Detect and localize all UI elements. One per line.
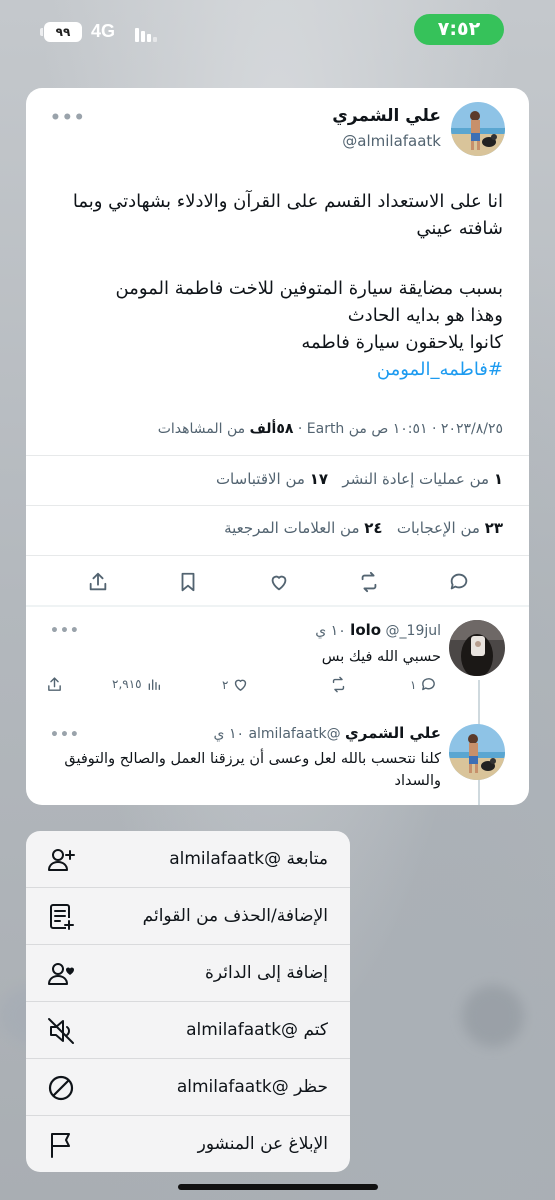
- menu-item-report[interactable]: الإبلاغ عن المنشور: [26, 1116, 350, 1172]
- meta-separator: ·: [432, 421, 437, 437]
- tweet-text-line: وهذا هو بدايه الحادث: [347, 305, 503, 326]
- reply-author-handle[interactable]: @_19jul: [386, 623, 441, 639]
- tweet-time: ١٠:٥١ ص: [371, 421, 428, 437]
- tweet-context-menu: متابعة @almilafaatk الإضافة/الحذف من الق…: [26, 831, 350, 1172]
- menu-item-label: الإضافة/الحذف من القوائم: [142, 906, 328, 926]
- share-icon: [48, 677, 61, 691]
- more-options-icon[interactable]: •••: [50, 110, 86, 127]
- background-blur-shape: [462, 985, 524, 1047]
- quotes-label: من الاقتباسات: [215, 470, 305, 488]
- reply-text: كلنا نتحسب بالله لعل وعسى أن يرزقنا العم…: [64, 751, 441, 789]
- circle-add-icon: [48, 963, 75, 985]
- author-name[interactable]: علي الشمري: [332, 106, 441, 126]
- quotes-count: ١٧: [309, 470, 329, 488]
- reply-more-icon[interactable]: •••: [50, 728, 80, 742]
- reply-author-name[interactable]: علي الشمري: [345, 724, 441, 742]
- reply-views-count: ٢,٩١٥: [112, 677, 142, 691]
- menu-item-circle[interactable]: إضافة إلى الدائرة: [26, 945, 350, 1002]
- status-bar: ٩٩ 4G ٧:٥٢: [0, 0, 555, 70]
- reply-time: ١٠ ي: [213, 726, 244, 742]
- tweet-text-line: كانوا يلاحقون سيارة فاطمه: [301, 332, 503, 353]
- reply-time: ١٠ ي: [315, 623, 346, 639]
- divider: [26, 505, 529, 506]
- views-count: ٥٨ألف: [249, 421, 294, 437]
- network-type: 4G: [91, 21, 116, 41]
- bookmarks-count: ٢٤: [364, 519, 383, 537]
- author-handle[interactable]: @almilafaatk: [342, 132, 441, 150]
- reply-reply-action[interactable]: ١: [410, 676, 437, 693]
- menu-item-label: كتم @almilafaatk: [186, 1020, 328, 1040]
- reply-icon: [422, 678, 436, 691]
- signal-icon: [135, 26, 157, 42]
- menu-item-label: متابعة @almilafaatk: [169, 849, 328, 869]
- bookmark-icon[interactable]: [177, 571, 199, 593]
- hashtag-link[interactable]: #فاطمه_المومن: [43, 356, 503, 383]
- menu-item-block[interactable]: حظر @almilafaatk: [26, 1059, 350, 1116]
- meta-separator: ·: [297, 421, 303, 437]
- tweet-source: من Earth: [306, 421, 367, 437]
- menu-item-label: إضافة إلى الدائرة: [204, 963, 328, 983]
- battery-indicator: ٩٩: [40, 22, 82, 42]
- reply-header: علي الشمري @almilafaatk ١٠ ي: [214, 724, 441, 742]
- bookmarks-label: من العلامات المرجعية: [224, 519, 360, 537]
- menu-item-mute[interactable]: كتم @almilafaatk: [26, 1002, 350, 1059]
- menu-item-label: الإبلاغ عن المنشور: [197, 1134, 328, 1154]
- reply-more-icon[interactable]: •••: [50, 624, 80, 638]
- reply-text: حسبي الله فيك بس: [321, 649, 441, 665]
- reply-icon[interactable]: [448, 571, 470, 593]
- tweet-meta: ٢٠٢٣/٨/٢٥ · ١٠:٥١ ص من Earth · ٥٨ألف من …: [33, 421, 503, 437]
- reply-header: lolo @_19jul ١٠ ي: [315, 621, 441, 639]
- views-icon: [148, 679, 160, 690]
- reply-author-handle[interactable]: @almilafaatk: [248, 726, 340, 742]
- retweet-icon: [332, 676, 345, 693]
- section-divider: [26, 605, 529, 607]
- reply-share-action[interactable]: [46, 676, 63, 693]
- like-stats-row[interactable]: ٢٣ من الإعجابات ٢٤ من العلامات المرجعية: [33, 519, 503, 537]
- divider: [26, 455, 529, 456]
- tweet-preview-card: ••• علي الشمري @almilafaatk انا على الاس…: [26, 88, 529, 805]
- tweet-text-line: انا على الاستعداد القسم على القرآن والاد…: [72, 191, 503, 239]
- reply-views-action[interactable]: ٢,٩١٥: [112, 676, 162, 692]
- reply-reply-count: ١: [410, 677, 417, 692]
- menu-item-lists[interactable]: الإضافة/الحذف من القوائم: [26, 888, 350, 945]
- list-add-icon: [50, 904, 74, 930]
- tweet-text-line: بسبب مضايقة سيارة المتوفين للاخت فاطمة ا…: [115, 278, 503, 299]
- reply-author-name[interactable]: lolo: [350, 621, 381, 639]
- reply-like-count: ٢: [222, 677, 229, 692]
- like-icon: [235, 679, 247, 691]
- reply-like-action[interactable]: ٢: [222, 676, 249, 693]
- reply-retweet-action[interactable]: [330, 676, 347, 693]
- status-time: ٧:٥٢: [414, 14, 504, 45]
- like-icon[interactable]: [268, 571, 290, 593]
- menu-item-follow[interactable]: متابعة @almilafaatk: [26, 831, 350, 888]
- home-indicator[interactable]: [178, 1184, 378, 1190]
- menu-item-label: حظر @almilafaatk: [176, 1077, 328, 1097]
- author-avatar[interactable]: [451, 102, 505, 156]
- likes-count: ٢٣: [484, 519, 503, 537]
- mute-icon: [48, 1018, 74, 1044]
- retweets-count: ١: [493, 470, 503, 488]
- reply-avatar[interactable]: [449, 724, 505, 780]
- divider: [26, 555, 529, 556]
- block-icon: [48, 1075, 74, 1101]
- follow-user-icon: [48, 849, 75, 871]
- share-icon[interactable]: [87, 571, 109, 593]
- thread-connector-line: [478, 784, 480, 805]
- reply-avatar[interactable]: [449, 620, 505, 676]
- flag-icon: [51, 1133, 70, 1158]
- repost-stats-row[interactable]: ١ من عمليات إعادة النشر ١٧ من الاقتباسات: [33, 470, 503, 488]
- views-label: من المشاهدات: [157, 421, 246, 437]
- retweets-label: من عمليات إعادة النشر: [342, 470, 490, 488]
- retweet-icon[interactable]: [358, 571, 380, 593]
- tweet-date: ٢٠٢٣/٨/٢٥: [440, 421, 503, 437]
- likes-label: من الإعجابات: [396, 519, 480, 537]
